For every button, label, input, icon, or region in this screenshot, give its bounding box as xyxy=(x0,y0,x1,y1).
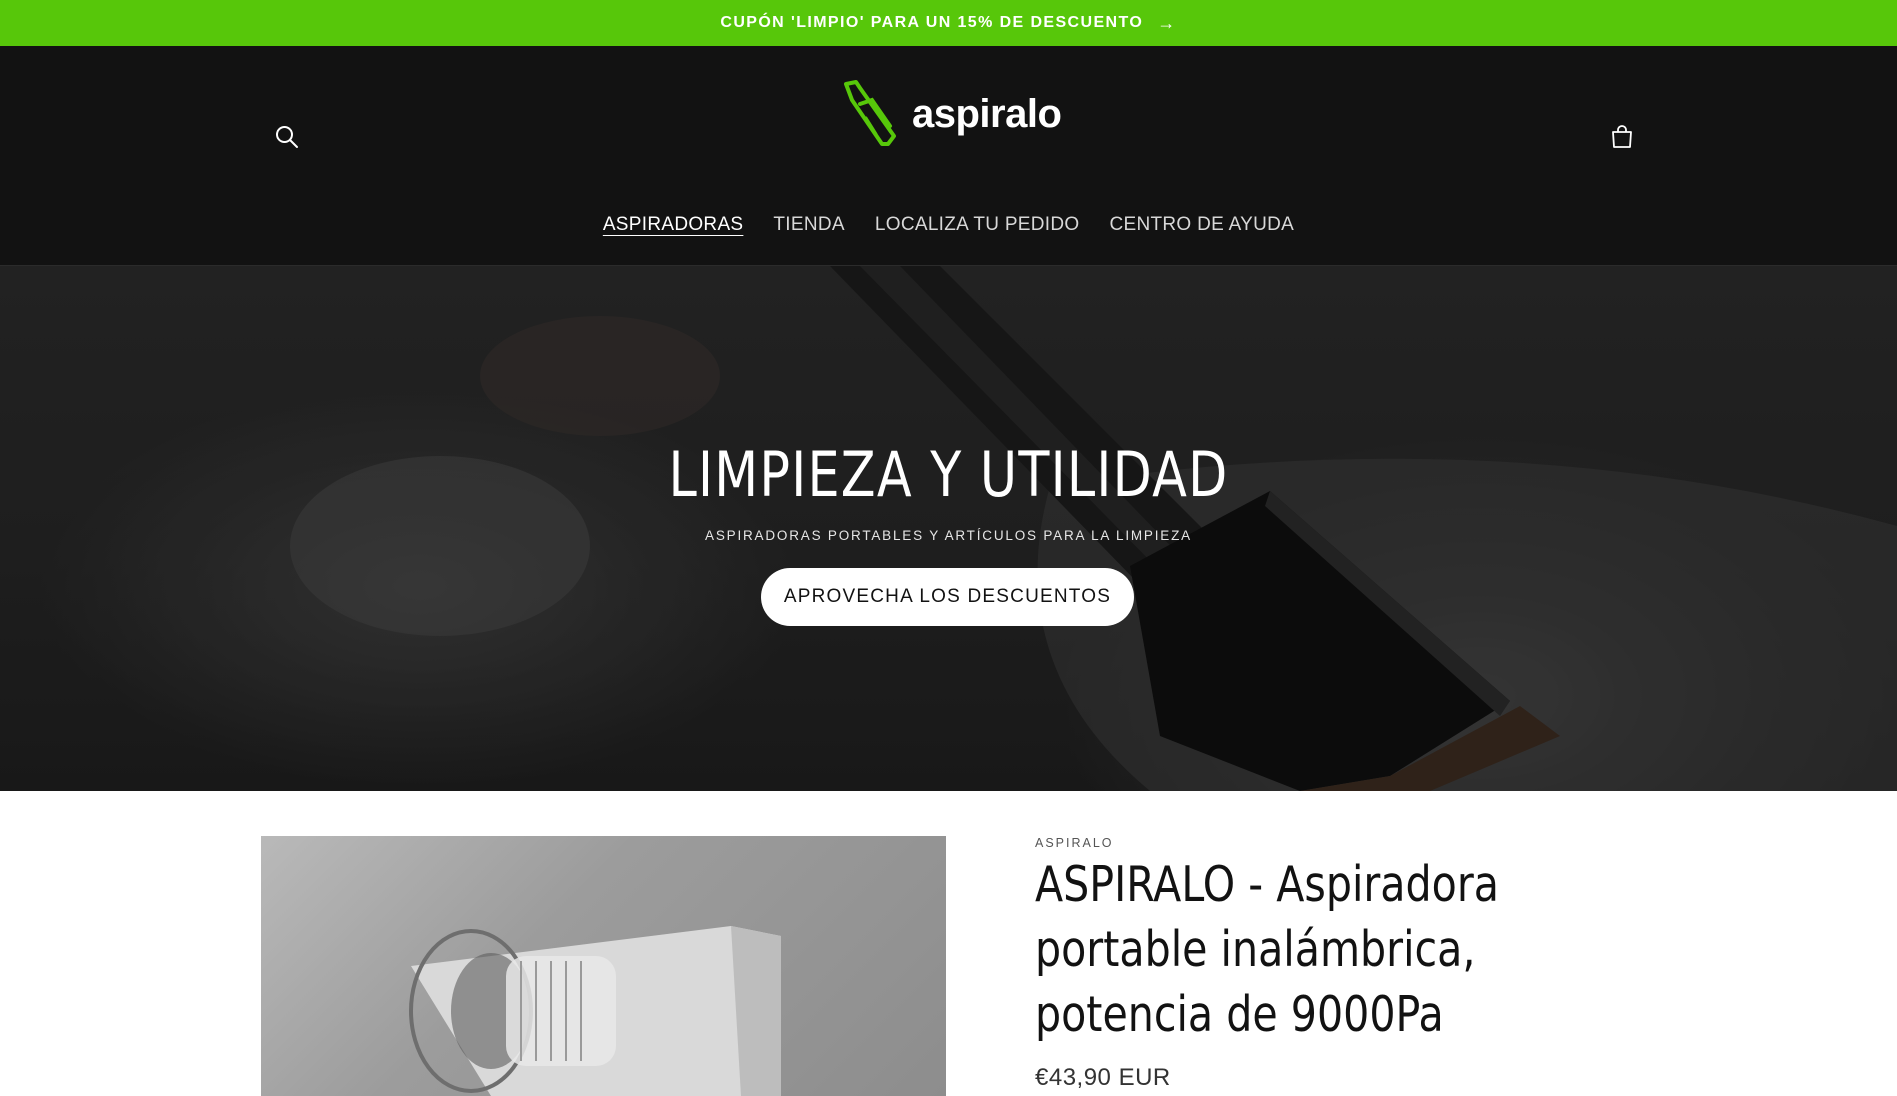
cart-icon xyxy=(1612,125,1632,148)
cart-button[interactable] xyxy=(1600,115,1644,159)
product-vendor: ASPIRALO xyxy=(1035,836,1114,850)
hero-title: LIMPIEZA Y UTILIDAD xyxy=(668,438,1229,511)
logo-text: aspiralo xyxy=(912,91,1062,136)
vacuum-logo-icon xyxy=(844,80,896,146)
nav-item-tienda[interactable]: TIENDA xyxy=(773,206,844,246)
hero-subtitle: ASPIRADORAS PORTABLES Y ARTÍCULOS PARA L… xyxy=(705,528,1192,543)
hero-banner: LIMPIEZA Y UTILIDAD ASPIRADORAS PORTABLE… xyxy=(0,266,1897,791)
nav-item-localiza-pedido[interactable]: LOCALIZA TU PEDIDO xyxy=(875,206,1080,246)
announcement-bar[interactable]: CUPÓN 'LIMPIO' PARA UN 15% DE DESCUENTO … xyxy=(0,0,1897,46)
product-image[interactable] xyxy=(261,836,946,1096)
search-icon xyxy=(276,126,298,148)
nav-item-aspiradoras[interactable]: ASPIRADORAS xyxy=(603,206,744,246)
nav-item-centro-ayuda[interactable]: CENTRO DE AYUDA xyxy=(1109,206,1294,246)
site-logo[interactable]: aspiralo xyxy=(838,78,1062,150)
site-header: aspiralo ASPIRADORAS TIENDA LOCALIZA TU … xyxy=(0,46,1897,266)
product-price: €43,90 EUR xyxy=(1035,1064,1171,1091)
discount-cta-button[interactable]: APROVECHA LOS DESCUENTOS xyxy=(761,568,1134,626)
search-button[interactable] xyxy=(265,115,309,159)
announcement-text: CUPÓN 'LIMPIO' PARA UN 15% DE DESCUENTO xyxy=(720,14,1144,31)
product-title: ASPIRALO - Aspiradora portable inalámbri… xyxy=(1035,856,1499,1043)
vacuum-product-photo xyxy=(409,926,781,1096)
main-nav: ASPIRADORAS TIENDA LOCALIZA TU PEDIDO CE… xyxy=(0,206,1897,246)
arrow-right-icon: → xyxy=(1157,12,1177,33)
